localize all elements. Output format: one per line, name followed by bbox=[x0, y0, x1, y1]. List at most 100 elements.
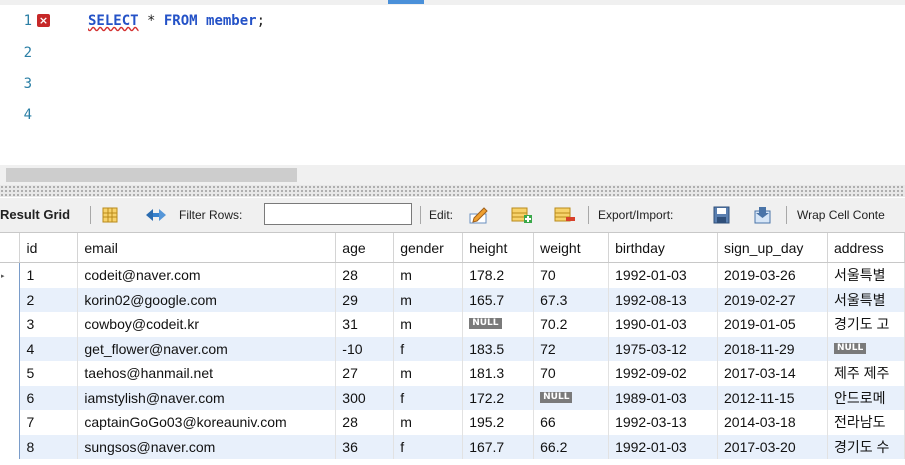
editor-line-4[interactable]: 4 bbox=[0, 105, 905, 125]
delete-row-icon[interactable] bbox=[554, 206, 576, 224]
cell-birthday[interactable]: 1990-01-03 bbox=[608, 312, 718, 337]
cell-sign-up-day[interactable]: 2012-11-15 bbox=[717, 385, 828, 410]
row-selector[interactable]: ▸ bbox=[0, 262, 21, 288]
cell-age[interactable]: 28 bbox=[335, 262, 395, 288]
scrollbar-thumb[interactable] bbox=[6, 168, 297, 182]
cell-age[interactable]: 31 bbox=[335, 312, 395, 337]
column-header-gender[interactable]: gender bbox=[393, 233, 464, 263]
cell-height[interactable]: 165.7 bbox=[462, 287, 535, 312]
table-row[interactable]: 7 captainGoGo03@koreauniv.com 28 m 195.2 66 19… bbox=[0, 410, 905, 435]
cell-height[interactable]: 167.7 bbox=[462, 434, 535, 459]
cell-birthday[interactable]: 1992-01-03 bbox=[608, 434, 718, 459]
cell-address[interactable]: NULL bbox=[827, 336, 905, 361]
cell-weight[interactable]: 67.3 bbox=[533, 287, 610, 312]
cell-height[interactable]: 181.3 bbox=[462, 361, 535, 386]
cell-gender[interactable]: m bbox=[393, 287, 464, 312]
cell-weight[interactable]: 70 bbox=[533, 262, 610, 288]
cell-address[interactable]: 서울특별 bbox=[827, 287, 905, 312]
cell-address[interactable]: 경기도 수 bbox=[827, 434, 905, 459]
cell-height[interactable]: 183.5 bbox=[462, 336, 535, 361]
cell-email[interactable]: get_flower@naver.com bbox=[77, 336, 337, 361]
row-selector[interactable] bbox=[0, 434, 21, 459]
sql-query[interactable]: SELECT * FROM member; bbox=[88, 11, 265, 31]
cell-weight[interactable]: 66 bbox=[533, 410, 610, 435]
cell-sign-up-day[interactable]: 2017-03-20 bbox=[717, 434, 828, 459]
table-row[interactable]: 5 taehos@hanmail.net 27 m 181.3 70 1992-09-02 2… bbox=[0, 361, 905, 386]
row-selector[interactable] bbox=[0, 410, 21, 435]
row-selector[interactable] bbox=[0, 361, 21, 386]
column-header-weight[interactable]: weight bbox=[533, 233, 610, 263]
cell-birthday[interactable]: 1975-03-12 bbox=[608, 336, 718, 361]
export-icon[interactable] bbox=[711, 206, 733, 224]
table-row[interactable]: 8 sungsos@naver.com 36 f 167.7 66.2 1992-01-03… bbox=[0, 434, 905, 459]
cell-sign-up-day[interactable]: 2014-03-18 bbox=[717, 410, 828, 435]
table-row[interactable]: 3 cowboy@codeit.kr 31 m NULL 70.2 1990-01-03 20… bbox=[0, 312, 905, 337]
column-header-sign-up-day[interactable]: sign_up_day bbox=[717, 233, 828, 263]
cell-weight[interactable]: 66.2 bbox=[533, 434, 610, 459]
row-selector[interactable] bbox=[0, 336, 21, 361]
cell-weight[interactable]: 70.2 bbox=[533, 312, 610, 337]
cell-weight[interactable]: 72 bbox=[533, 336, 610, 361]
cell-id[interactable]: 3 bbox=[19, 312, 79, 337]
cell-weight[interactable]: NULL bbox=[533, 385, 610, 410]
editor-horizontal-scrollbar[interactable] bbox=[0, 165, 905, 185]
edit-row-icon[interactable] bbox=[468, 206, 490, 224]
cell-id[interactable]: 2 bbox=[19, 287, 79, 312]
cell-birthday[interactable]: 1989-01-03 bbox=[608, 385, 718, 410]
cell-age[interactable]: 28 bbox=[335, 410, 395, 435]
table-row[interactable]: 6 iamstylish@naver.com 300 f 172.2 NULL 1989-0… bbox=[0, 385, 905, 410]
cell-sign-up-day[interactable]: 2018-11-29 bbox=[717, 336, 828, 361]
row-selector[interactable] bbox=[0, 312, 21, 337]
cell-height[interactable]: 172.2 bbox=[462, 385, 535, 410]
editor-line-2[interactable]: 2 bbox=[0, 43, 905, 63]
cell-age[interactable]: 36 bbox=[335, 434, 395, 459]
row-selector[interactable] bbox=[0, 385, 21, 410]
cell-email[interactable]: cowboy@codeit.kr bbox=[77, 312, 337, 337]
row-selector[interactable] bbox=[0, 287, 21, 312]
sql-editor[interactable]: 1 × SELECT * FROM member; 2 3 4 bbox=[0, 0, 905, 165]
cell-email[interactable]: captainGoGo03@koreauniv.com bbox=[77, 410, 337, 435]
cell-address[interactable]: 제주 제주 bbox=[827, 361, 905, 386]
cell-gender[interactable]: m bbox=[393, 262, 464, 288]
cell-email[interactable]: korin02@google.com bbox=[77, 287, 337, 312]
cell-id[interactable]: 6 bbox=[19, 385, 79, 410]
cell-age[interactable]: -10 bbox=[335, 336, 395, 361]
result-grid[interactable]: id email age gender height weight birthd… bbox=[0, 233, 905, 465]
cell-address[interactable]: 전라남도 bbox=[827, 410, 905, 435]
cell-id[interactable]: 1 bbox=[19, 262, 79, 288]
editor-line-1[interactable]: 1 × SELECT * FROM member; bbox=[0, 11, 905, 31]
cell-email[interactable]: taehos@hanmail.net bbox=[77, 361, 337, 386]
table-row[interactable]: ▸ 1 codeit@naver.com 28 m 178.2 70 1992-01-03 20… bbox=[0, 262, 905, 288]
table-row[interactable]: 4 get_flower@naver.com -10 f 183.5 72 1975-03-… bbox=[0, 336, 905, 361]
cell-birthday[interactable]: 1992-03-13 bbox=[608, 410, 718, 435]
cell-height[interactable]: NULL bbox=[462, 312, 535, 337]
cell-birthday[interactable]: 1992-01-03 bbox=[608, 262, 718, 288]
cell-gender[interactable]: f bbox=[393, 385, 464, 410]
cell-email[interactable]: iamstylish@naver.com bbox=[77, 385, 337, 410]
column-header-height[interactable]: height bbox=[462, 233, 535, 263]
cell-gender[interactable]: m bbox=[393, 312, 464, 337]
cell-height[interactable]: 178.2 bbox=[462, 262, 535, 288]
result-grid-label[interactable]: Result Grid bbox=[0, 198, 70, 232]
cell-email[interactable]: sungsos@naver.com bbox=[77, 434, 337, 459]
column-header-id[interactable]: id bbox=[19, 233, 79, 263]
cell-age[interactable]: 27 bbox=[335, 361, 395, 386]
cell-id[interactable]: 5 bbox=[19, 361, 79, 386]
cell-email[interactable]: codeit@naver.com bbox=[77, 262, 337, 288]
cell-gender[interactable]: f bbox=[393, 336, 464, 361]
grid-layout-icon[interactable] bbox=[101, 206, 119, 224]
cell-id[interactable]: 8 bbox=[19, 434, 79, 459]
cell-birthday[interactable]: 1992-09-02 bbox=[608, 361, 718, 386]
cell-id[interactable]: 7 bbox=[19, 410, 79, 435]
error-icon[interactable]: × bbox=[37, 14, 50, 27]
add-row-icon[interactable] bbox=[511, 206, 533, 224]
cell-address[interactable]: 서울특별 bbox=[827, 262, 905, 288]
cell-gender[interactable]: f bbox=[393, 434, 464, 459]
cell-height[interactable]: 195.2 bbox=[462, 410, 535, 435]
panel-splitter[interactable] bbox=[0, 185, 905, 197]
cell-address[interactable]: 안드로메 bbox=[827, 385, 905, 410]
column-header-age[interactable]: age bbox=[335, 233, 395, 263]
import-icon[interactable] bbox=[752, 206, 774, 224]
editor-line-3[interactable]: 3 bbox=[0, 74, 905, 94]
table-row[interactable]: 2 korin02@google.com 29 m 165.7 67.3 1992-08-1… bbox=[0, 287, 905, 312]
